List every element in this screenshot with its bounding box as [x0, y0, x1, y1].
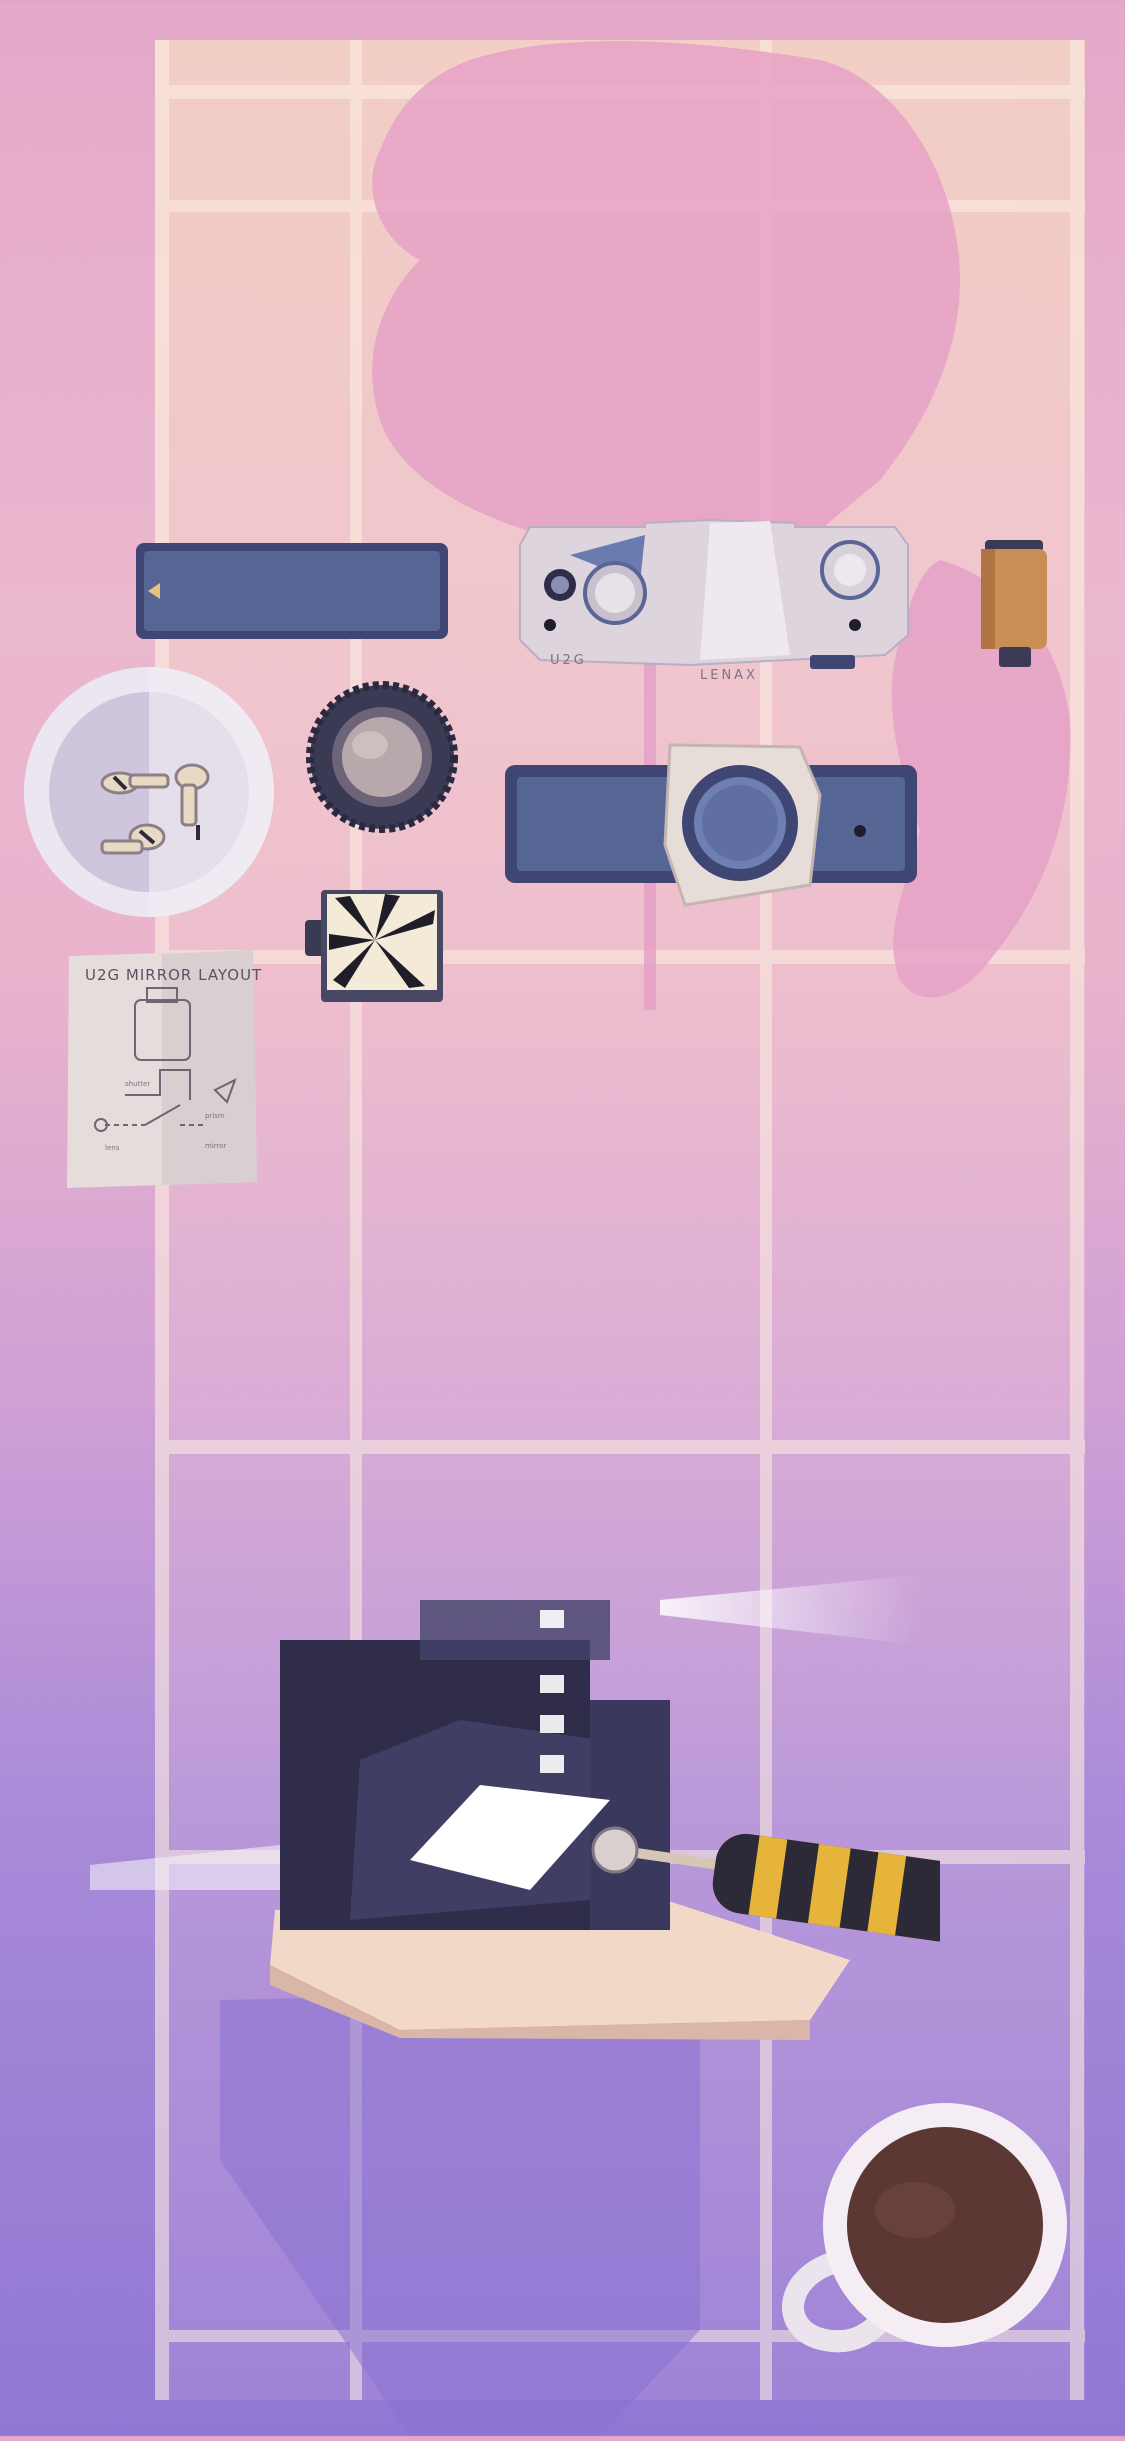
camera-assembly-stand[interactable] — [80, 1560, 940, 2040]
film-canister[interactable] — [975, 535, 1055, 675]
body-marking-right: LENAX — [700, 668, 758, 683]
screw-bowl[interactable] — [22, 665, 277, 920]
svg-text:shutter: shutter — [125, 1080, 150, 1088]
svg-text:lens: lens — [105, 1144, 120, 1152]
window-background — [0, 0, 1125, 2436]
camera-top-body[interactable]: U2G LENAX — [510, 505, 915, 685]
camera-body-frame[interactable] — [505, 735, 920, 915]
mirror-layout-manual[interactable]: shutter prism lens mirror U2G MIRROR LAY… — [65, 950, 263, 1190]
svg-text:mirror: mirror — [205, 1142, 227, 1150]
coffee-mug[interactable] — [765, 2100, 1075, 2355]
lens-ring[interactable] — [305, 680, 460, 835]
manual-title: U2G MIRROR LAYOUT — [85, 966, 263, 984]
svg-text:prism: prism — [205, 1112, 225, 1120]
mirror-card[interactable] — [305, 880, 445, 1010]
top-cover-panel[interactable] — [130, 535, 455, 650]
body-marking-left: U2G — [550, 653, 587, 668]
